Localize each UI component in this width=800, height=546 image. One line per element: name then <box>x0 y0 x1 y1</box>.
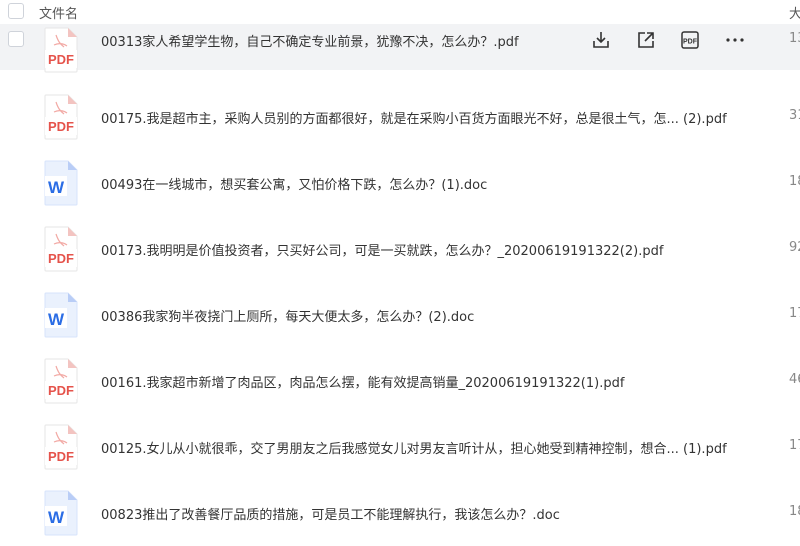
file-name[interactable]: 00493在一线城市，想买套公寓，又怕价格下跌，怎么办？(1).doc <box>101 174 487 193</box>
more-icon[interactable] <box>724 29 746 51</box>
file-row[interactable]: W 00823推出了改善餐厅品质的措施，可是员工不能理解执行，我该怎么办？.do… <box>0 480 800 546</box>
svg-text:PDF: PDF <box>683 39 698 46</box>
file-list-header: 文件名 大 <box>0 0 800 24</box>
pdf-label: PDF <box>48 383 74 398</box>
file-size: 18 <box>789 174 800 189</box>
file-row[interactable]: W 00386我家狗半夜挠门上厕所，每天大便太多，怎么办？(2).doc 17 <box>0 282 800 348</box>
download-icon[interactable] <box>590 29 612 51</box>
file-row[interactable]: PDF 00313家人希望学生物，自己不确定专业前景，犹豫不决，怎么办？.pdf… <box>0 24 800 73</box>
pdf-file-icon: PDF <box>43 226 79 272</box>
file-name[interactable]: 00175.我是超市主，采购人员别的方面都很好，就是在采购小百货方面眼光不好，总… <box>101 108 727 127</box>
word-label: W <box>48 508 65 527</box>
pdf-label: PDF <box>48 251 74 266</box>
column-header-size[interactable]: 大 <box>789 3 800 22</box>
pdf-file-icon: PDF <box>43 424 79 470</box>
file-row[interactable]: W 00493在一线城市，想买套公寓，又怕价格下跌，怎么办？(1).doc 18 <box>0 150 800 216</box>
column-header-filename[interactable]: 文件名 <box>39 3 78 22</box>
file-row[interactable]: PDF 00125.女儿从小就很乖，交了男朋友之后我感觉女儿对男友言听计从，担心… <box>0 414 800 480</box>
word-label: W <box>48 310 65 329</box>
file-row[interactable]: PDF 00161.我家超市新增了肉品区，肉品怎么摆，能有效提高销量_20200… <box>0 348 800 414</box>
word-label: W <box>48 178 65 197</box>
file-size: 13 <box>789 31 800 46</box>
file-size: 46 <box>789 372 800 387</box>
file-name[interactable]: 00173.我明明是价值投资者，只买好公司，可是一买就跌，怎么办？_202006… <box>101 240 663 259</box>
file-row[interactable]: PDF 00175.我是超市主，采购人员别的方面都很好，就是在采购小百货方面眼光… <box>0 84 800 150</box>
file-name[interactable]: 00161.我家超市新增了肉品区，肉品怎么摆，能有效提高销量_202006191… <box>101 372 624 391</box>
word-file-icon: W <box>43 160 79 206</box>
pdf-label: PDF <box>48 449 74 464</box>
file-row[interactable]: PDF 00173.我明明是价值投资者，只买好公司，可是一买就跌，怎么办？_20… <box>0 216 800 282</box>
select-all-checkbox[interactable] <box>8 3 24 19</box>
pdf-label: PDF <box>48 119 74 134</box>
file-row-checkbox[interactable] <box>8 31 24 47</box>
pdf-file-icon: PDF <box>43 94 79 140</box>
word-file-icon: W <box>43 490 79 536</box>
pdf-convert-icon[interactable]: PDF <box>679 29 701 51</box>
file-name[interactable]: 00313家人希望学生物，自己不确定专业前景，犹豫不决，怎么办？.pdf <box>101 31 519 50</box>
pdf-file-icon: PDF <box>43 27 79 73</box>
pdf-file-icon: PDF <box>43 358 79 404</box>
file-name[interactable]: 00125.女儿从小就很乖，交了男朋友之后我感觉女儿对男友言听计从，担心她受到精… <box>101 438 727 457</box>
file-size: 92 <box>789 240 800 255</box>
file-size: 31 <box>789 108 800 123</box>
word-file-icon: W <box>43 292 79 338</box>
file-size: 17 <box>789 438 800 453</box>
file-name[interactable]: 00823推出了改善餐厅品质的措施，可是员工不能理解执行，我该怎么办？.doc <box>101 504 560 523</box>
file-size: 18 <box>789 504 800 519</box>
share-icon[interactable] <box>635 29 657 51</box>
file-name[interactable]: 00386我家狗半夜挠门上厕所，每天大便太多，怎么办？(2).doc <box>101 306 474 325</box>
file-size: 17 <box>789 306 800 321</box>
pdf-label: PDF <box>48 52 74 67</box>
